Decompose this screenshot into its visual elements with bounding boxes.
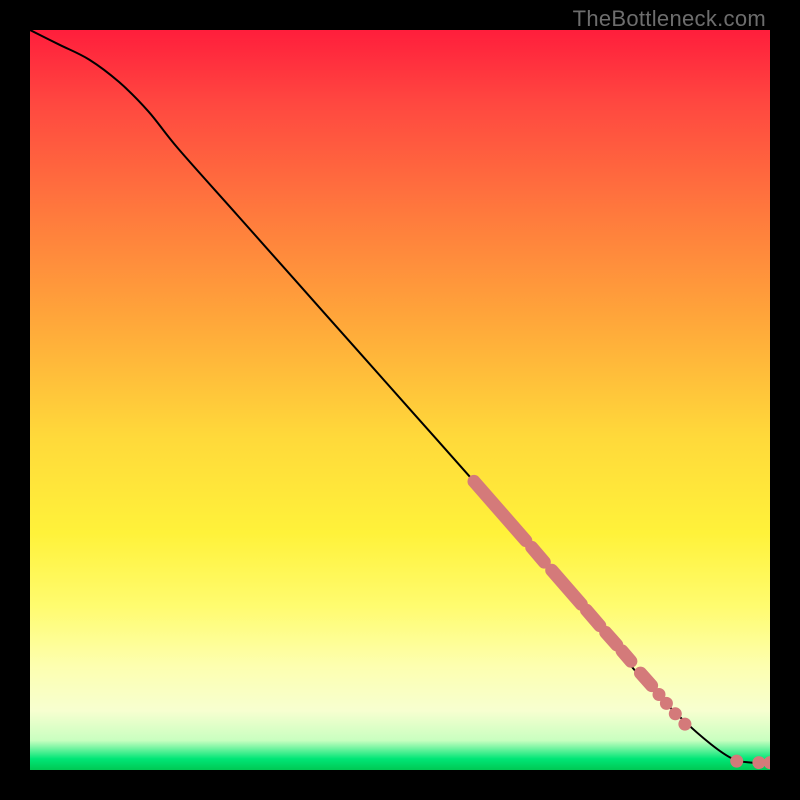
plot-area: [30, 30, 770, 770]
highlight-segment: [606, 632, 617, 645]
curve-line: [30, 30, 770, 763]
highlight-segment: [552, 570, 582, 604]
highlight-point: [678, 718, 691, 731]
highlight-point: [752, 756, 765, 769]
highlight-points: [653, 688, 771, 769]
watermark-text: TheBottleneck.com: [573, 6, 766, 32]
highlight-point: [764, 756, 771, 769]
chart-stage: TheBottleneck.com: [0, 0, 800, 800]
highlight-segment: [532, 547, 545, 562]
highlight-point: [730, 755, 743, 768]
highlight-segment: [641, 673, 652, 686]
highlight-point: [660, 697, 673, 710]
chart-overlay: [30, 30, 770, 770]
highlight-point: [669, 707, 682, 720]
highlight-segment: [474, 481, 526, 540]
highlight-segment: [587, 610, 600, 626]
highlight-segment: [622, 651, 631, 661]
highlight-segments: [474, 481, 652, 685]
